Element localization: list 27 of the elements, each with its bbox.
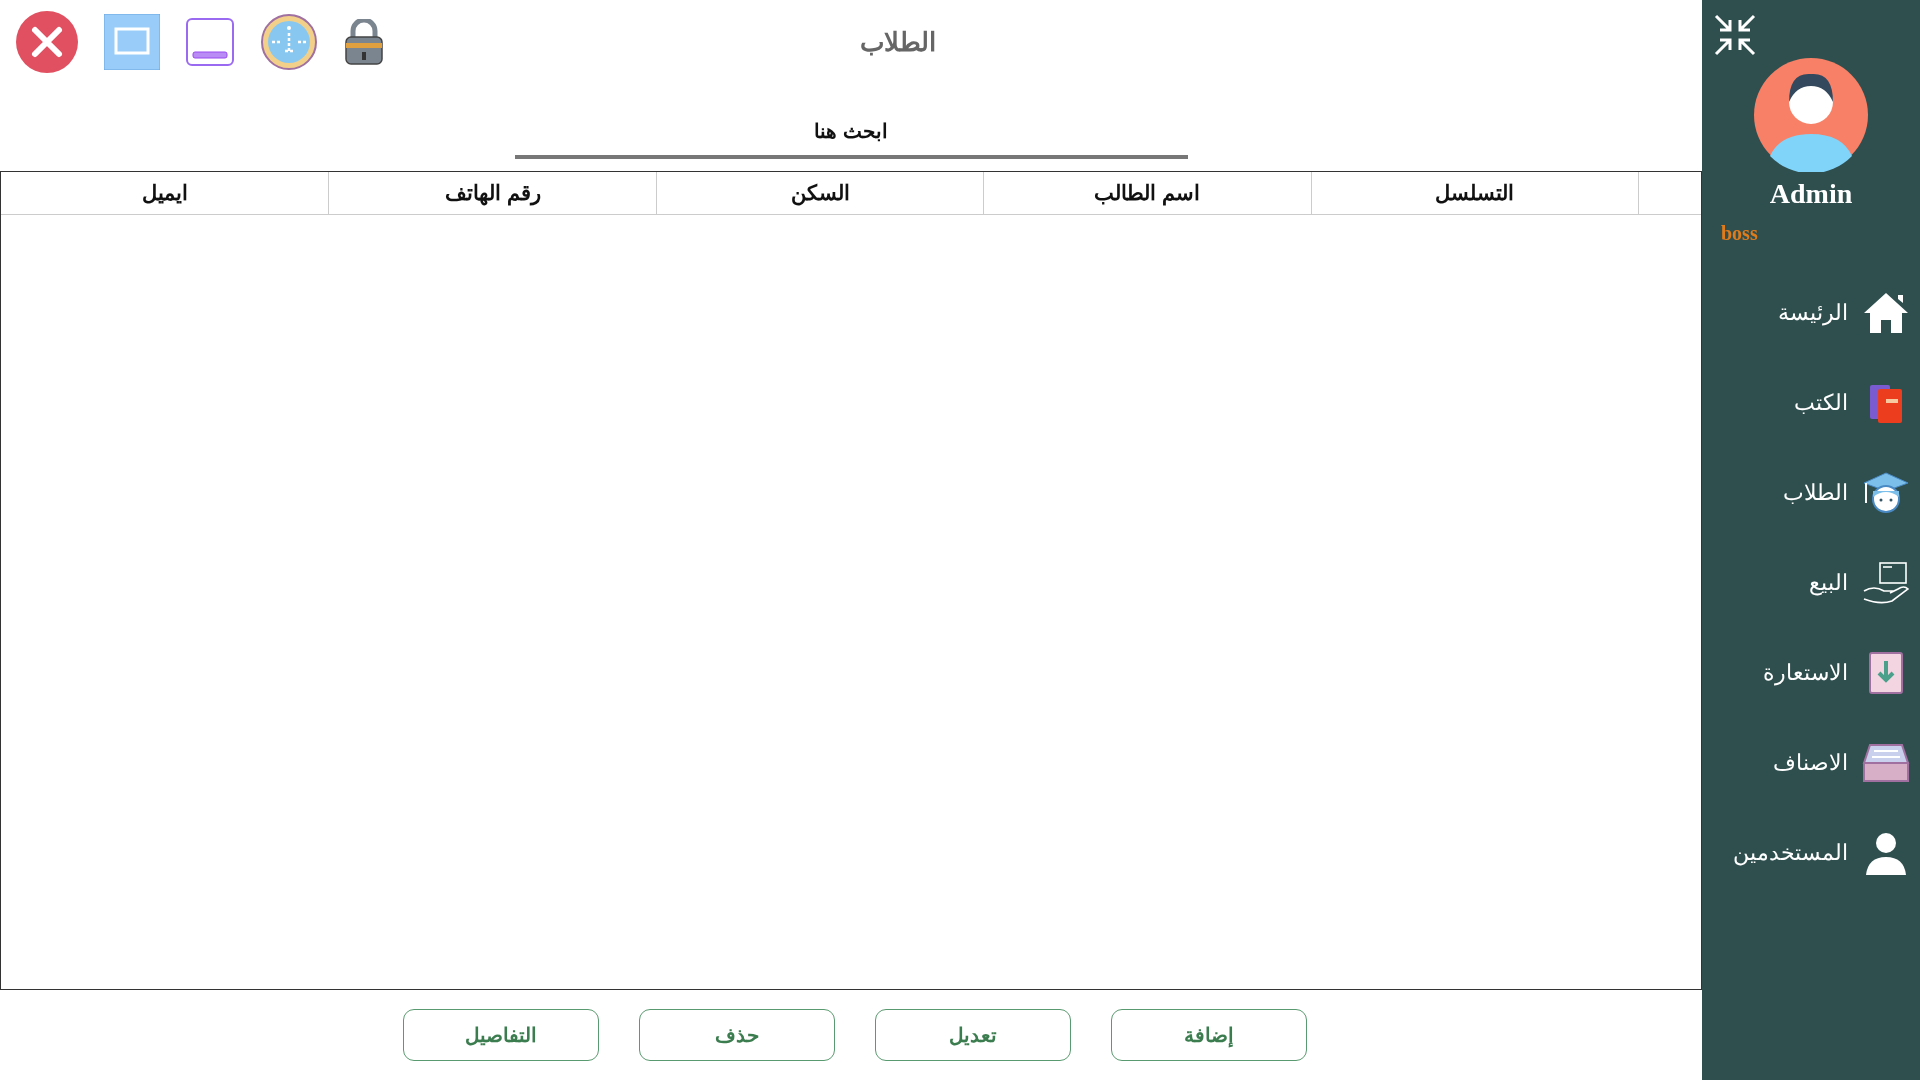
nav-item[interactable]: البيع xyxy=(1702,557,1920,609)
action-button[interactable]: إضافة xyxy=(1111,1009,1307,1061)
action-button[interactable]: تعديل xyxy=(875,1009,1071,1061)
column-header[interactable]: رقم الهاتف xyxy=(328,172,656,214)
column-header[interactable]: ايميل xyxy=(1,172,329,214)
search-field[interactable]: ابحث هنا xyxy=(514,114,1188,159)
window-title: الطلاب xyxy=(859,26,936,58)
action-button[interactable]: التفاصيل xyxy=(403,1009,599,1061)
collapse-icon[interactable] xyxy=(1714,14,1756,56)
maximize-icon[interactable] xyxy=(104,14,160,70)
info-icon[interactable] xyxy=(260,13,318,71)
column-header[interactable]: اسم الطالب xyxy=(983,172,1311,214)
nav-item[interactable]: الاصناف xyxy=(1702,737,1920,789)
minimize-icon[interactable] xyxy=(186,18,234,66)
nav-item[interactable]: الكتب xyxy=(1702,377,1920,429)
action-button[interactable]: حذف xyxy=(639,1009,835,1061)
lock-icon[interactable] xyxy=(344,19,384,65)
nav-item[interactable]: الرئيسة xyxy=(1702,287,1920,339)
nav-item[interactable]: الطلاب xyxy=(1702,467,1920,519)
column-header[interactable]: التسلسل xyxy=(1310,172,1638,214)
close-icon[interactable] xyxy=(16,11,78,73)
nav-item[interactable]: المستخدمين xyxy=(1702,827,1920,879)
avatar-icon xyxy=(1754,58,1868,172)
column-header[interactable]: السكن xyxy=(655,172,984,214)
nav-item[interactable]: الاستعارة xyxy=(1702,647,1920,699)
user-name: Admin xyxy=(1769,178,1853,210)
user-role: boss xyxy=(1721,222,1758,245)
